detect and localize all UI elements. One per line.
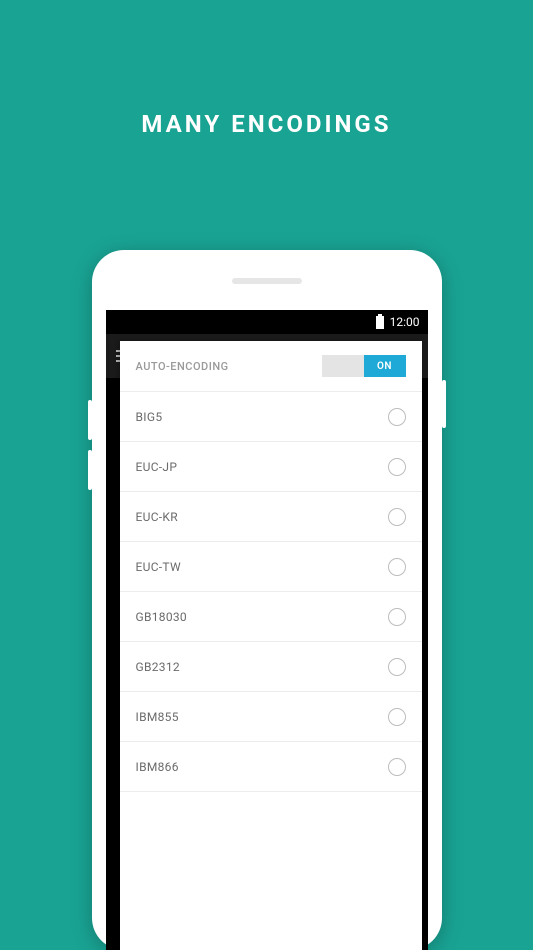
toggle-on-label: ON — [364, 355, 406, 377]
toggle-off-track — [322, 355, 364, 377]
list-item-label: BIG5 — [136, 410, 163, 424]
list-item-label: IBM855 — [136, 710, 179, 724]
list-item-label: EUC-JP — [136, 460, 178, 474]
headline: MANY ENCODINGS — [0, 0, 533, 138]
radio-icon[interactable] — [388, 408, 406, 426]
status-time: 12:00 — [390, 315, 420, 329]
phone-screen: 12:00 lo AUTO-ENCODING ON BIG5 — [106, 310, 428, 950]
radio-icon[interactable] — [388, 708, 406, 726]
auto-encoding-toggle[interactable]: ON — [322, 355, 406, 377]
radio-icon[interactable] — [388, 558, 406, 576]
phone-speaker — [232, 278, 302, 284]
dialog-title: AUTO-ENCODING — [136, 360, 229, 373]
radio-icon[interactable] — [388, 458, 406, 476]
list-item[interactable]: EUC-TW — [120, 542, 422, 592]
phone-volume-down — [88, 450, 92, 490]
list-item-label: EUC-TW — [136, 560, 181, 574]
phone-volume-up — [88, 400, 92, 440]
list-item-label: GB2312 — [136, 660, 180, 674]
list-item-label: IBM866 — [136, 760, 179, 774]
list-item[interactable]: EUC-KR — [120, 492, 422, 542]
encoding-dialog: AUTO-ENCODING ON BIG5 EUC-JP EUC-KR — [120, 341, 422, 950]
phone-power-button — [442, 380, 446, 428]
phone-frame: 12:00 lo AUTO-ENCODING ON BIG5 — [92, 250, 442, 950]
status-bar: 12:00 — [106, 310, 428, 334]
list-item-label: GB18030 — [136, 610, 187, 624]
radio-icon[interactable] — [388, 508, 406, 526]
list-item[interactable]: GB2312 — [120, 642, 422, 692]
radio-icon[interactable] — [388, 658, 406, 676]
list-item[interactable]: EUC-JP — [120, 442, 422, 492]
list-item[interactable]: IBM866 — [120, 742, 422, 792]
encoding-list: BIG5 EUC-JP EUC-KR EUC-TW GB18030 — [120, 392, 422, 792]
list-item[interactable]: IBM855 — [120, 692, 422, 742]
list-item-label: EUC-KR — [136, 510, 178, 524]
radio-icon[interactable] — [388, 758, 406, 776]
battery-icon — [376, 316, 384, 329]
list-item[interactable]: GB18030 — [120, 592, 422, 642]
radio-icon[interactable] — [388, 608, 406, 626]
dialog-header: AUTO-ENCODING ON — [120, 341, 422, 392]
list-item[interactable]: BIG5 — [120, 392, 422, 442]
